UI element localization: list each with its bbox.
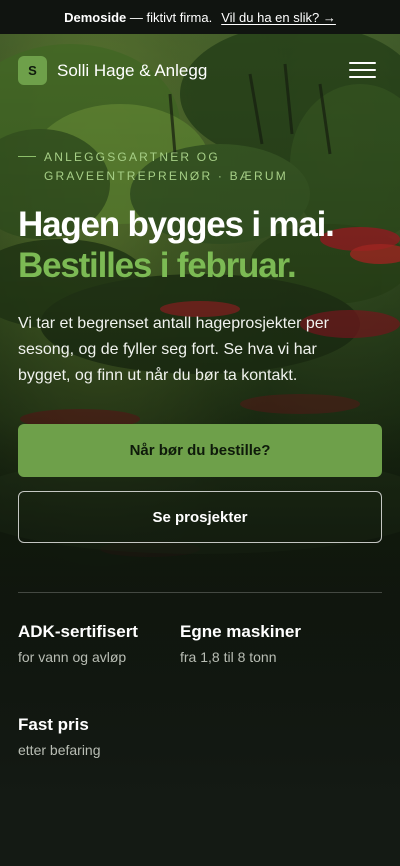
divider [18, 592, 382, 593]
feature-title: Egne maskiner [180, 622, 301, 641]
hero-title-line2: Bestilles i februar. [18, 246, 297, 285]
when-to-order-button[interactable]: Når bør du bestille? [18, 424, 382, 477]
eyebrow-text: ANLEGGSGARTNER OG GRAVEENTREPRENØR · BÆR… [44, 150, 288, 183]
feature-subtitle: etter befaring [18, 742, 101, 758]
hero-title-line1: Hagen bygges i mai. [18, 205, 335, 244]
feature-title: Fast pris [18, 715, 89, 734]
see-projects-button[interactable]: Se prosjekter [18, 491, 382, 543]
announcement-link[interactable]: Vil du ha en slik? → [221, 10, 336, 25]
feature-item: Egne maskiner fra 1,8 til 8 tonn [180, 621, 301, 667]
brand-link[interactable]: S Solli Hage & Anlegg [18, 56, 207, 85]
announcement-brand: Demoside [64, 9, 127, 25]
eyebrow: ANLEGGSGARTNER OG GRAVEENTREPRENØR · BÆR… [18, 148, 334, 186]
hero-section: S Solli Hage & Anlegg ANLEGGSGARTNER OG … [0, 34, 400, 804]
feature-subtitle: for vann og avløp [18, 649, 127, 665]
company-name: Solli Hage & Anlegg [57, 60, 208, 80]
announcement-bar: Demoside — fiktivt firma. Vil du ha en sl… [0, 0, 400, 34]
feature-item: ADK-sertifisert for vann og avløp [18, 621, 138, 667]
hero-lead: Vi tar et begrenset antall hageprosjekte… [18, 315, 330, 384]
eyebrow-line [18, 156, 36, 157]
feature-title: ADK-sertifisert [18, 622, 138, 641]
feature-subtitle: fra 1,8 til 8 tonn [180, 649, 277, 665]
next-section [0, 804, 400, 866]
hamburger-menu-icon[interactable] [349, 60, 376, 80]
feature-item: Fast pris etter befaring [18, 714, 101, 760]
announcement-text: — fiktivt firma. [129, 9, 213, 25]
logo-icon: S [18, 56, 47, 85]
